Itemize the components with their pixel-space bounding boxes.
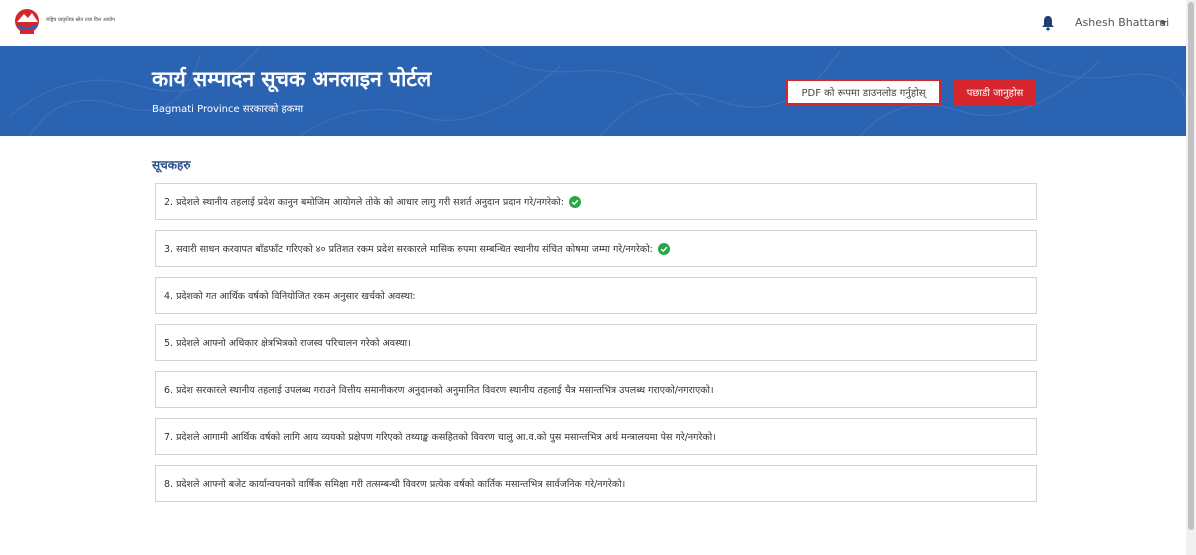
- scrollbar-thumb[interactable]: [1188, 2, 1194, 530]
- page-title: कार्य सम्पादन सूचक अनलाइन पोर्टल: [152, 67, 432, 91]
- chevron-down-icon[interactable]: [1159, 21, 1167, 25]
- list-item-label: 7. प्रदेशले आगामी आर्थिक वर्षको लागि आय …: [164, 432, 716, 443]
- section-title: सूचकहरु: [152, 158, 191, 172]
- list-item-label: 2. प्रदेशले स्थानीय तहलाई प्रदेश कानुन ब…: [164, 197, 564, 208]
- check-circle-icon: [568, 195, 581, 208]
- user-menu[interactable]: Ashesh Bhattarai: [1075, 16, 1169, 29]
- emblem-logo-icon[interactable]: [12, 8, 42, 36]
- list-item[interactable]: 5. प्रदेशले आफ्नो अधिकार क्षेत्रभित्रको …: [155, 324, 1037, 361]
- page-subtitle: Bagmati Province सरकारको हकमा: [152, 104, 304, 115]
- list-item-label: 5. प्रदेशले आफ्नो अधिकार क्षेत्रभित्रको …: [164, 338, 411, 349]
- list-item[interactable]: 8. प्रदेशले आफ्नो बजेट कार्यान्वयनको वार…: [155, 465, 1037, 502]
- list-item-label: 3. सवारी साधन करवापत बाँडफाँट गरिएको ४० …: [164, 244, 653, 255]
- check-circle-icon: [657, 242, 670, 255]
- list-item[interactable]: 7. प्रदेशले आगामी आर्थिक वर्षको लागि आय …: [155, 418, 1037, 455]
- top-navbar: राष्ट्रिय प्राकृतिक स्रोत तथा वित्त आयोग…: [0, 0, 1196, 46]
- list-item[interactable]: 2. प्रदेशले स्थानीय तहलाई प्रदेश कानुन ब…: [155, 183, 1037, 220]
- list-item-label: 6. प्रदेश सरकारले स्थानीय तहलाई उपलब्ध ग…: [164, 385, 714, 396]
- hero-banner: कार्य सम्पादन सूचक अनलाइन पोर्टल Bagmati…: [0, 46, 1186, 136]
- list-item[interactable]: 6. प्रदेश सरकारले स्थानीय तहलाई उपलब्ध ग…: [155, 371, 1037, 408]
- list-item[interactable]: 3. सवारी साधन करवापत बाँडफाँट गरिएको ४० …: [155, 230, 1037, 267]
- logo-text: राष्ट्रिय प्राकृतिक स्रोत तथा वित्त आयोग: [46, 17, 115, 23]
- list-item-label: 4. प्रदेशको गत आर्थिक वर्षको विनियोजित र…: [164, 291, 416, 302]
- back-button[interactable]: पछाडी जानुहोस: [954, 79, 1036, 105]
- indicator-list: 2. प्रदेशले स्थानीय तहलाई प्रदेश कानुन ब…: [155, 183, 1037, 512]
- list-item-label: 8. प्रदेशले आफ्नो बजेट कार्यान्वयनको वार…: [164, 479, 626, 490]
- list-item[interactable]: 4. प्रदेशको गत आर्थिक वर्षको विनियोजित र…: [155, 277, 1037, 314]
- download-pdf-button[interactable]: PDF को रूपमा डाउनलोड गर्नुहोस्: [786, 79, 941, 105]
- bell-icon[interactable]: [1041, 15, 1055, 31]
